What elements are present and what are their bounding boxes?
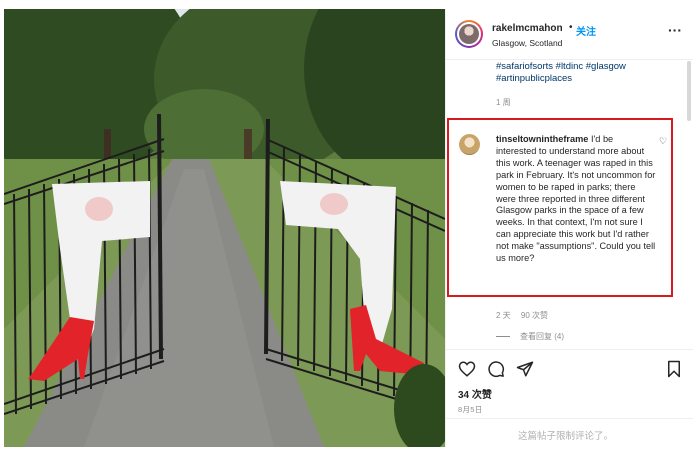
comment-age: 2 天 [496, 311, 511, 320]
scrollbar[interactable] [687, 61, 691, 121]
separator-dot: • [569, 22, 573, 33]
more-options-icon[interactable]: ··· [668, 22, 682, 38]
caption-time: 1 周 [496, 98, 511, 107]
post-date: 8月5日 [458, 405, 483, 414]
post-header: rakelmcmahon • 关注 Glasgow, Scotland ··· [446, 9, 693, 60]
share-icon[interactable] [516, 360, 534, 378]
avatar[interactable] [455, 20, 483, 48]
comment-meta: 2 天 90 次赞 [496, 310, 556, 321]
view-replies-label[interactable]: 查看回复 (4) [520, 332, 564, 341]
replies-line [496, 336, 510, 338]
comment-icon[interactable] [487, 360, 505, 378]
post-photo[interactable] [4, 9, 445, 447]
heart-icon[interactable] [458, 360, 476, 378]
post-likes[interactable]: 34 次赞 [458, 386, 492, 401]
park-gate-artwork-image [4, 9, 445, 447]
post-username[interactable]: rakelmcmahon [492, 23, 563, 34]
instagram-post-view: rakelmcmahon • 关注 Glasgow, Scotland ··· … [0, 0, 700, 456]
post-location[interactable]: Glasgow, Scotland [492, 38, 562, 48]
follow-button[interactable]: 关注 [576, 23, 596, 38]
caption-hashtags[interactable]: #safariofsorts #ltdinc #glasgow #artinpu… [496, 61, 681, 85]
bookmark-icon[interactable] [665, 360, 683, 378]
view-replies-button[interactable]: 查看回复 (4) [496, 331, 564, 342]
comment-likes[interactable]: 90 次赞 [521, 311, 548, 320]
post-actions-bar [446, 349, 693, 384]
highlighted-comment-box [447, 118, 673, 297]
comments-limited-footer: 这篇帖子限制评论了。 [446, 418, 693, 448]
comments-limited-text: 这篇帖子限制评论了。 [518, 431, 614, 442]
